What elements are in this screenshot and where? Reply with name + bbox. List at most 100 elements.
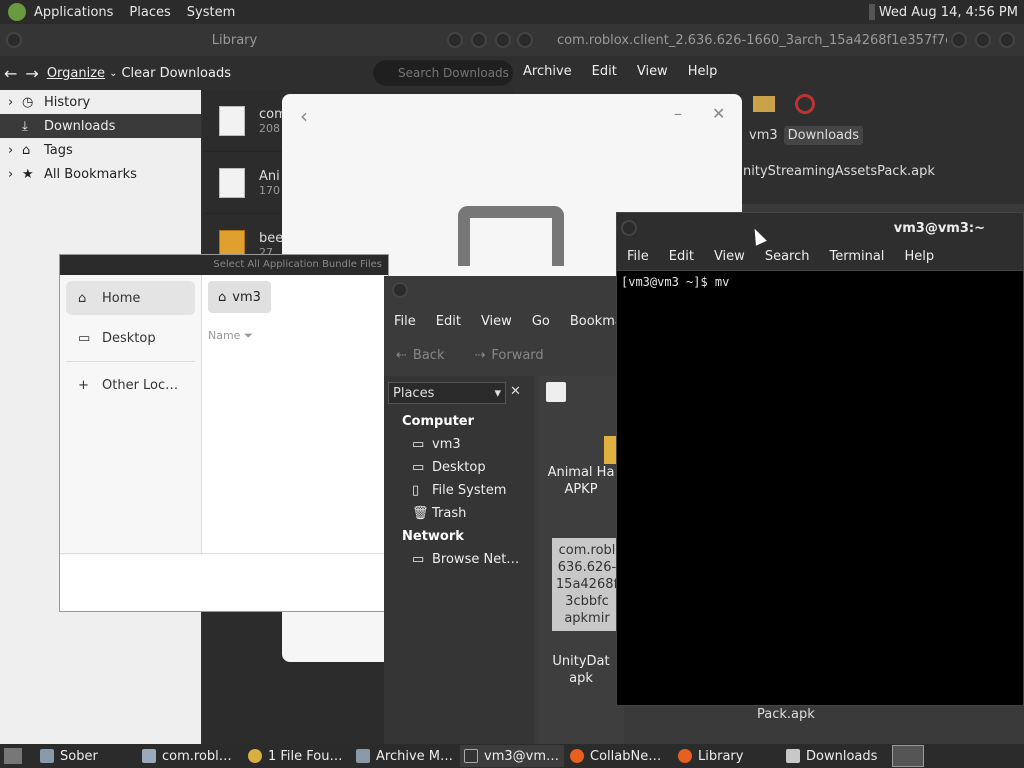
folder-icon: ▭: [412, 460, 425, 475]
chevron-right-icon: ›: [8, 166, 14, 182]
archive-menubar: Archive Edit View Help: [513, 56, 1024, 86]
places-selector[interactable]: Places ▾: [388, 382, 506, 404]
close-panel-icon[interactable]: ✕: [510, 384, 521, 399]
workspace-switcher[interactable]: [892, 745, 924, 767]
minimize-button[interactable]: [447, 32, 463, 48]
sidebar-item-tags[interactable]: › ⌂ Tags: [0, 138, 201, 162]
sidebar-label: Tags: [44, 142, 73, 158]
place-trash[interactable]: 🗑 Trash: [384, 502, 534, 525]
star-icon: ★: [22, 166, 34, 182]
minimize-button[interactable]: –: [674, 104, 682, 123]
organize-button[interactable]: Organize: [43, 66, 105, 81]
sidebar-item-bookmarks[interactable]: › ★ All Bookmarks: [0, 162, 201, 186]
terminal-output[interactable]: [vm3@vm3 ~]$ mv: [617, 271, 1023, 293]
task-downloads[interactable]: Downloads: [782, 745, 886, 767]
dropdown-arrow-icon: ▾: [494, 385, 501, 401]
terminal-window: vm3@vm3:~ File Edit View Search Terminal…: [616, 212, 1024, 706]
maximize-button[interactable]: [471, 32, 487, 48]
show-desktop-icon[interactable]: [4, 748, 22, 764]
task-archive-manager[interactable]: Archive M…: [352, 745, 458, 767]
library-titlebar[interactable]: Library: [0, 24, 515, 56]
task-label: Library: [698, 748, 744, 764]
place-desktop[interactable]: ▭ Desktop: [384, 456, 534, 479]
menu-help[interactable]: Help: [678, 64, 728, 79]
mate-logo-icon[interactable]: [8, 3, 26, 21]
task-library[interactable]: Library: [674, 745, 780, 767]
file-item[interactable]: Animal Ha APKP: [538, 436, 624, 498]
plus-icon: +: [78, 377, 89, 393]
place-other-locations[interactable]: + Other Loc…: [66, 368, 195, 402]
close-button[interactable]: [999, 32, 1015, 48]
place-home[interactable]: ⌂ Home: [66, 281, 195, 315]
window-menu-button[interactable]: [621, 220, 637, 236]
forward-arrow-icon[interactable]: →: [21, 64, 42, 83]
menu-search[interactable]: Search: [755, 249, 820, 264]
task-terminal[interactable]: vm3@vm…: [460, 745, 564, 767]
dialog-title[interactable]: Select All Application Bundle Files: [60, 255, 388, 275]
path-vm3[interactable]: vm3: [743, 128, 784, 143]
menu-view[interactable]: View: [627, 64, 678, 79]
system-menu[interactable]: System: [179, 5, 243, 20]
task-com-roblox[interactable]: com.robl…: [138, 745, 242, 767]
back-chevron-icon[interactable]: ‹: [300, 104, 308, 128]
menu-edit[interactable]: Edit: [582, 64, 627, 79]
archive-icon: [356, 749, 370, 763]
search-icon: [248, 749, 262, 763]
place-file-system[interactable]: ▯ File System: [384, 479, 534, 502]
sidebar-item-history[interactable]: › ◷ History: [0, 90, 201, 114]
extract-icon[interactable]: [753, 96, 775, 112]
terminal-menubar: File Edit View Search Terminal Help: [617, 243, 1023, 271]
task-label: CollabNe…: [590, 748, 662, 764]
library-toolbar: ← → Organize ⌄ Clear Downloads: [0, 56, 515, 90]
place-browse-network[interactable]: ▭ Browse Net…: [384, 548, 534, 571]
menu-view[interactable]: View: [471, 314, 522, 329]
window-menu-button[interactable]: [392, 282, 408, 298]
search-downloads-input[interactable]: [372, 60, 513, 86]
back-button[interactable]: Back: [413, 348, 445, 363]
forward-icon[interactable]: ⇢: [474, 348, 485, 363]
places-menu[interactable]: Places: [121, 5, 178, 20]
task-search-files[interactable]: 1 File Fou…: [244, 745, 350, 767]
places-label: Places: [393, 385, 435, 401]
file-item-selected[interactable]: com.robl 636.626- 15a4268f 3cbbfc apkmir: [552, 538, 622, 631]
firefox-icon: [570, 749, 584, 763]
clock[interactable]: Wed Aug 14, 4:56 PM: [879, 5, 1024, 20]
download-name: Ani: [259, 168, 280, 184]
path-label: vm3: [232, 289, 261, 305]
sidebar-item-downloads[interactable]: ⤓ Downloads: [0, 114, 201, 138]
menu-help[interactable]: Help: [894, 249, 944, 264]
terminal-titlebar[interactable]: vm3@vm3:~: [617, 213, 1023, 243]
maximize-button[interactable]: [975, 32, 991, 48]
clear-downloads-button[interactable]: Clear Downloads: [121, 66, 231, 81]
menu-view[interactable]: View: [704, 249, 755, 264]
window-menu-button[interactable]: [517, 32, 533, 48]
column-header-name[interactable]: Name ⏷: [208, 329, 253, 343]
file-icon: [219, 105, 245, 136]
minimize-button[interactable]: [951, 32, 967, 48]
path-button-vm3[interactable]: ⌂ vm3: [208, 281, 271, 313]
file-item[interactable]: UnityDat apk: [538, 653, 624, 687]
back-icon[interactable]: ⇠: [396, 348, 407, 363]
menu-file[interactable]: File: [617, 249, 659, 264]
edit-location-icon[interactable]: [546, 382, 566, 402]
place-desktop[interactable]: ▭ Desktop: [66, 321, 195, 355]
menu-terminal[interactable]: Terminal: [819, 249, 894, 264]
applications-menu[interactable]: Applications: [26, 5, 121, 20]
menu-edit[interactable]: Edit: [426, 314, 471, 329]
menu-edit[interactable]: Edit: [659, 249, 704, 264]
window-menu-button[interactable]: [6, 32, 22, 48]
close-icon[interactable]: ✕: [712, 104, 725, 123]
menu-go[interactable]: Go: [522, 314, 560, 329]
menu-archive[interactable]: Archive: [513, 64, 582, 79]
place-vm3[interactable]: ▭ vm3: [384, 433, 534, 456]
path-downloads[interactable]: Downloads: [783, 125, 864, 145]
back-arrow-icon[interactable]: ←: [0, 64, 21, 83]
forward-button[interactable]: Forward: [491, 348, 543, 363]
close-button[interactable]: [495, 32, 511, 48]
task-collabnet[interactable]: CollabNe…: [566, 745, 672, 767]
archive-titlebar[interactable]: com.roblox.client_2.636.626-1660_3arch_1…: [513, 24, 1024, 56]
stop-icon[interactable]: [795, 94, 815, 114]
task-sober[interactable]: Sober: [36, 745, 136, 767]
menu-file[interactable]: File: [384, 314, 426, 329]
archive-title: com.roblox.client_2.636.626-1660_3arch_1…: [557, 32, 947, 48]
